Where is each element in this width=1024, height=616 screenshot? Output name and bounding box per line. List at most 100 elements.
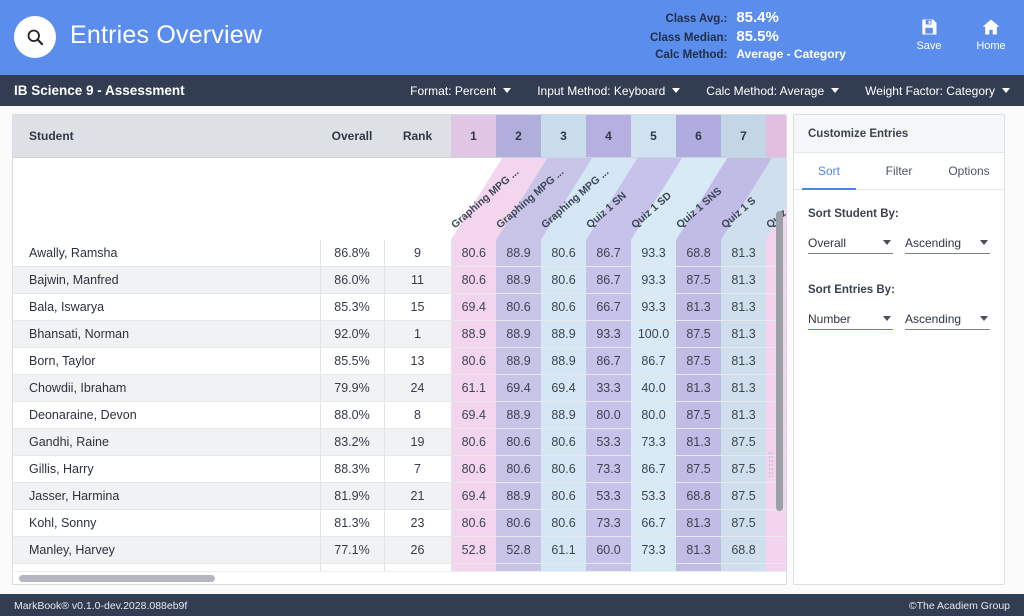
cell-student[interactable]: Awally, Ramsha: [13, 240, 320, 267]
cell-score[interactable]: 52.8: [496, 537, 541, 564]
cell-overall[interactable]: 83.2%: [320, 429, 384, 456]
cell-score[interactable]: 68.8: [721, 537, 766, 564]
cell-score[interactable]: 73.3: [631, 537, 676, 564]
cell-overall[interactable]: 81.3%: [320, 510, 384, 537]
cell-rank[interactable]: 24: [384, 375, 451, 402]
cell-score[interactable]: 80.6: [451, 348, 496, 375]
cell-score[interactable]: 93.3: [586, 321, 631, 348]
cell-overall[interactable]: 85.3%: [320, 294, 384, 321]
table-row[interactable]: Gandhi, Raine83.2%1980.680.680.653.373.3…: [13, 429, 786, 456]
input-method-dropdown[interactable]: Input Method: Keyboard: [537, 84, 680, 98]
cell-score[interactable]: 93.3: [631, 240, 676, 267]
cell-score[interactable]: 80.6: [451, 510, 496, 537]
cell-score[interactable]: 66.7: [586, 294, 631, 321]
cell-score[interactable]: 81.3: [721, 267, 766, 294]
cell-score[interactable]: 80.6: [451, 240, 496, 267]
cell-score[interactable]: 69.4: [541, 375, 586, 402]
cell-score[interactable]: 33.3: [586, 375, 631, 402]
cell-score[interactable]: 61.1: [451, 375, 496, 402]
column-header-entry-8[interactable]: [766, 115, 786, 157]
cell-score[interactable]: 80.6: [541, 483, 586, 510]
cell-score[interactable]: 69.4: [451, 483, 496, 510]
cell-score[interactable]: 87.5: [676, 348, 721, 375]
cell-score[interactable]: 87.5: [676, 456, 721, 483]
table-row[interactable]: Manley, Harvey77.1%2652.852.861.160.073.…: [13, 537, 786, 564]
cell-student[interactable]: Bala, Iswarya: [13, 294, 320, 321]
table-row[interactable]: Deonaraine, Devon88.0%869.488.988.980.08…: [13, 402, 786, 429]
cell-student[interactable]: Born, Taylor: [13, 348, 320, 375]
cell-overall[interactable]: 86.0%: [320, 267, 384, 294]
cell-overall[interactable]: 79.9%: [320, 375, 384, 402]
table-row[interactable]: Bajwin, Manfred86.0%1180.688.980.686.793…: [13, 267, 786, 294]
cell-rank[interactable]: 7: [384, 456, 451, 483]
entry-title-cell-7[interactable]: Quiz 1 S: [721, 157, 766, 240]
cell-score[interactable]: 80.6: [541, 429, 586, 456]
cell-score[interactable]: 73.3: [586, 456, 631, 483]
weight-factor-dropdown[interactable]: Weight Factor: Category: [865, 84, 1010, 98]
cell-score[interactable]: 73.3: [586, 510, 631, 537]
column-header-entry-5[interactable]: 5: [631, 115, 676, 157]
cell-score[interactable]: 81.3: [721, 294, 766, 321]
cell-score[interactable]: 81.3: [676, 375, 721, 402]
table-horizontal-scrollbar-thumb[interactable]: [19, 575, 215, 582]
sort-student-field-select[interactable]: Overall: [808, 232, 893, 254]
entry-title-cell-6[interactable]: Quiz 1 SNS: [676, 157, 721, 240]
cell-score[interactable]: 80.6: [496, 510, 541, 537]
cell-score[interactable]: 87.5: [676, 267, 721, 294]
cell-student[interactable]: Deonaraine, Devon: [13, 402, 320, 429]
cell-score[interactable]: 87.5: [721, 510, 766, 537]
cell-score[interactable]: 80.6: [541, 267, 586, 294]
cell-score[interactable]: 80.6: [496, 294, 541, 321]
save-button[interactable]: Save: [908, 17, 950, 52]
cell-rank[interactable]: 11: [384, 267, 451, 294]
cell-score[interactable]: 53.3: [586, 483, 631, 510]
cell-rank[interactable]: 9: [384, 240, 451, 267]
cell-overall[interactable]: 81.9%: [320, 483, 384, 510]
cell-score[interactable]: 81.3: [676, 429, 721, 456]
cell-score[interactable]: 88.9: [496, 321, 541, 348]
column-header-rank[interactable]: Rank: [384, 115, 451, 157]
panel-resize-handle[interactable]: [768, 451, 773, 477]
entry-title-cell-5[interactable]: Quiz 1 SD: [631, 157, 676, 240]
cell-score[interactable]: 80.6: [541, 510, 586, 537]
cell-score[interactable]: 81.3: [676, 294, 721, 321]
cell-rank[interactable]: 15: [384, 294, 451, 321]
cell-student[interactable]: Bajwin, Manfred: [13, 267, 320, 294]
cell-rank[interactable]: 19: [384, 429, 451, 456]
cell-score[interactable]: 86.7: [586, 240, 631, 267]
cell-rank[interactable]: 13: [384, 348, 451, 375]
cell-score[interactable]: 88.9: [496, 348, 541, 375]
cell-overall[interactable]: 86.8%: [320, 240, 384, 267]
table-row[interactable]: Kohl, Sonny81.3%2380.680.680.673.366.781…: [13, 510, 786, 537]
cell-score[interactable]: 93.3: [631, 267, 676, 294]
search-button[interactable]: [14, 16, 56, 58]
cell-score[interactable]: 86.7: [586, 348, 631, 375]
cell-score[interactable]: 88.9: [496, 267, 541, 294]
cell-overall[interactable]: 77.1%: [320, 537, 384, 564]
table-row[interactable]: Gillis, Harry88.3%780.680.680.673.386.78…: [13, 456, 786, 483]
cell-score[interactable]: 86.7: [631, 348, 676, 375]
table-vertical-scrollbar[interactable]: [776, 211, 783, 511]
table-row[interactable]: Bhansati, Norman92.0%188.988.988.993.310…: [13, 321, 786, 348]
cell-score-partial[interactable]: [766, 537, 786, 564]
cell-score[interactable]: 81.3: [721, 240, 766, 267]
column-header-entry-6[interactable]: 6: [676, 115, 721, 157]
calc-method-dropdown[interactable]: Calc Method: Average: [706, 84, 839, 98]
cell-score[interactable]: 100.0: [631, 321, 676, 348]
cell-score[interactable]: 86.7: [631, 456, 676, 483]
cell-student[interactable]: Gandhi, Raine: [13, 429, 320, 456]
table-row[interactable]: Chowdii, Ibraham79.9%2461.169.469.433.34…: [13, 375, 786, 402]
cell-score[interactable]: 61.1: [541, 537, 586, 564]
cell-score[interactable]: 81.3: [721, 348, 766, 375]
cell-score[interactable]: 60.0: [586, 537, 631, 564]
cell-score[interactable]: 81.3: [676, 510, 721, 537]
cell-score[interactable]: 81.3: [721, 375, 766, 402]
cell-rank[interactable]: 23: [384, 510, 451, 537]
cell-score[interactable]: 87.5: [676, 402, 721, 429]
cell-score[interactable]: 73.3: [631, 429, 676, 456]
sort-entries-field-select[interactable]: Number: [808, 308, 893, 330]
column-header-entry-2[interactable]: 2: [496, 115, 541, 157]
column-header-entry-1[interactable]: 1: [451, 115, 496, 157]
cell-score[interactable]: 88.9: [541, 321, 586, 348]
cell-student[interactable]: Jasser, Harmina: [13, 483, 320, 510]
